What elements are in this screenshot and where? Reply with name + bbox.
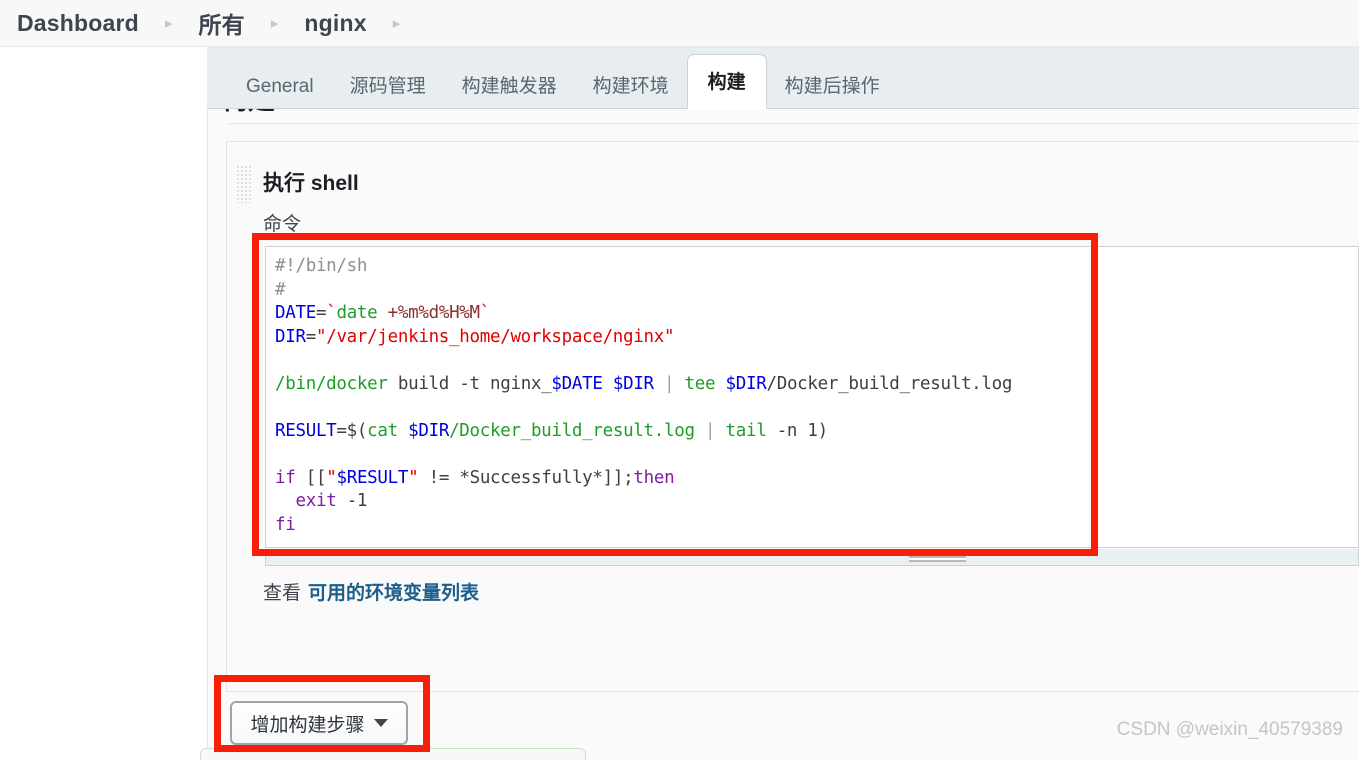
breadcrumb-separator-icon: ▸ (164, 14, 173, 32)
tab-list: General 源码管理 构建触发器 构建环境 构建 构建后操作 (228, 46, 898, 109)
command-horizontal-scrollbar[interactable] (265, 549, 1359, 566)
build-step-title: 执行 shell (263, 172, 359, 195)
scrollbar-thumb[interactable] (909, 552, 966, 562)
tab-general[interactable]: General (228, 62, 332, 109)
config-tab-bar: General 源码管理 构建触发器 构建环境 构建 构建后操作 (207, 47, 1359, 109)
breadcrumb-separator-icon: ▸ (270, 14, 279, 32)
command-field-label: 命令 (263, 214, 302, 235)
watermark: CSDN @weixin_40579389 (1116, 719, 1343, 740)
tab-build[interactable]: 构建 (686, 54, 767, 109)
tab-build-triggers[interactable]: 构建触发器 (444, 62, 575, 109)
command-textarea[interactable]: #!/bin/sh # DATE=`date +%m%d%H%M` DIR="/… (265, 246, 1359, 548)
breadcrumb: Dashboard ▸ 所有 ▸ nginx ▸ (0, 0, 1359, 47)
chevron-down-icon (373, 719, 388, 727)
tab-source-management[interactable]: 源码管理 (332, 62, 444, 109)
breadcrumb-item-nginx[interactable]: nginx (304, 10, 366, 37)
add-build-step-button[interactable]: 增加构建步骤 (230, 701, 408, 745)
env-variables-prefix-label: 查看 (263, 583, 302, 604)
drag-grid-icon[interactable] (236, 165, 253, 203)
command-code-content[interactable]: #!/bin/sh # DATE=`date +%m%d%H%M` DIR="/… (275, 255, 1012, 537)
add-build-step-label: 增加构建步骤 (250, 714, 365, 736)
heading-divider (228, 123, 1359, 124)
env-variables-link[interactable]: 可用的环境变量列表 (308, 583, 479, 604)
bottom-panel-peek (200, 748, 586, 760)
breadcrumb-dropdown-icon[interactable]: ▸ (393, 16, 401, 31)
tab-build-environment[interactable]: 构建环境 (575, 62, 687, 109)
env-variables-line: 查看 可用的环境变量列表 (263, 578, 479, 605)
breadcrumb-item-dashboard[interactable]: Dashboard (17, 10, 139, 37)
tab-post-build-actions[interactable]: 构建后操作 (767, 62, 898, 109)
breadcrumb-item-all[interactable]: 所有 (198, 6, 244, 40)
